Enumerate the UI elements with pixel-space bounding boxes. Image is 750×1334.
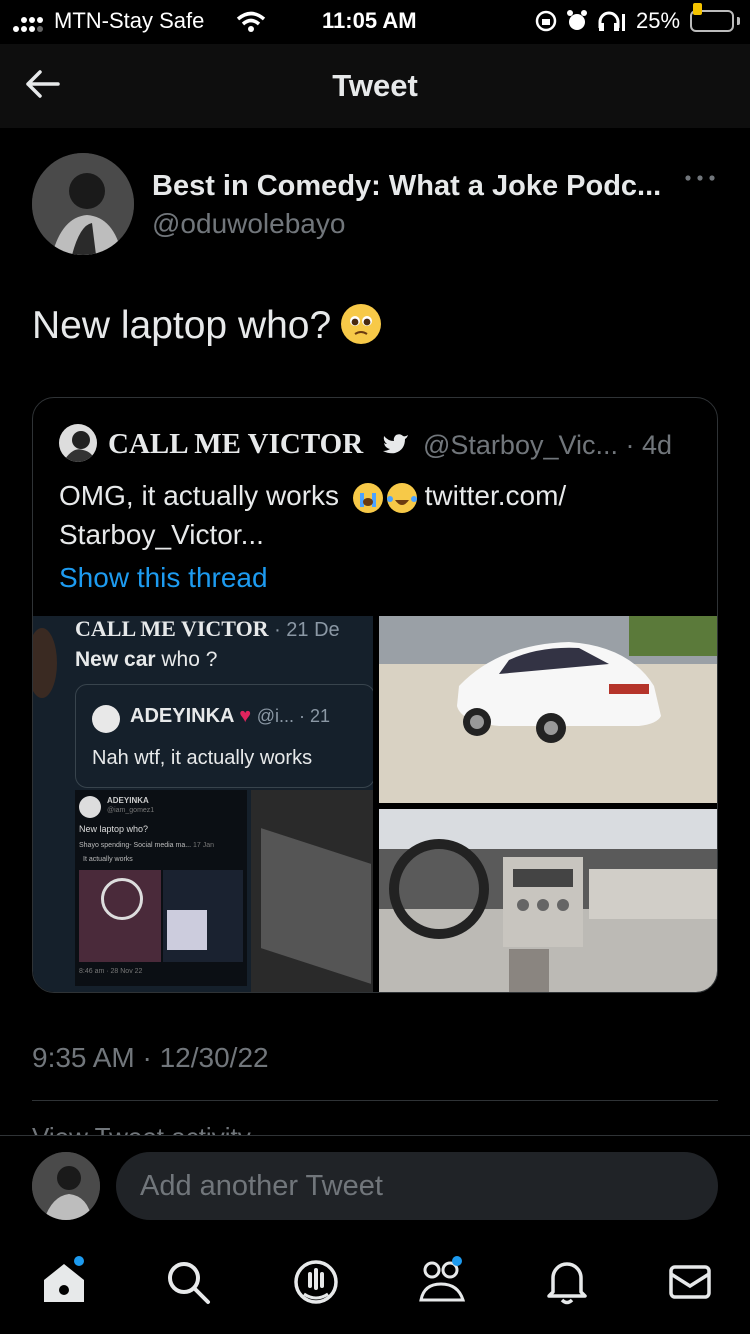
divider (32, 1100, 718, 1101)
messages-icon[interactable] (666, 1258, 714, 1306)
user-avatar[interactable] (32, 1152, 100, 1220)
screenshot-author: CALL ME VICTOR · 21 De (75, 616, 340, 642)
crying-face-emoji (352, 482, 383, 513)
quoted-tweet-card[interactable]: CALL ME VICTOR @Starboy_Vic... · 4d OMG,… (32, 397, 718, 993)
tweet-timestamp: 9:35 AM · 12/30/22 (32, 1042, 269, 1073)
notifications-icon[interactable] (543, 1258, 591, 1306)
media-grid[interactable]: CALL ME VICTOR · 21 De New car who ? ADE… (33, 616, 717, 992)
view-activity-link[interactable]: View Tweet activity (32, 1122, 251, 1136)
quoted-author-name[interactable]: CALL ME VICTOR (108, 428, 363, 461)
battery-fill (693, 3, 702, 15)
quoted-tweet-text: OMG, it actually works twitter.com/ Star… (59, 476, 679, 554)
headphones-icon (598, 11, 625, 31)
quoted-handle-time: @Starboy_Vic... · 4d (423, 430, 673, 460)
inner-author: ADEYINKA ♥ @i... · 21 (130, 705, 331, 727)
tweet-text-content: New laptop who? (32, 304, 332, 347)
home-badge (74, 1256, 84, 1266)
battery-tip (737, 17, 740, 25)
mini-quote-title: Shayo spending- Social media ma... (79, 842, 192, 849)
quoted-text-main: OMG, it actually works (59, 480, 340, 511)
laptop-photo (251, 790, 373, 992)
white-sedan-photo[interactable] (379, 616, 717, 803)
quoted-link-cont[interactable]: Starboy_Victor... (59, 519, 264, 550)
communities-badge (452, 1256, 462, 1266)
author-name[interactable]: Best in Comedy: What a Joke Podc... (152, 170, 661, 203)
search-icon[interactable] (164, 1258, 212, 1306)
mini-avatar (79, 796, 101, 818)
mini-footer: 8:46 am · 28 Nov 22 (79, 968, 143, 975)
screenshot-meta: · 21 De (274, 619, 340, 641)
pleading-face-emoji (341, 303, 382, 344)
carrier-name: MTN-Stay Safe (54, 8, 205, 33)
wifi-icon (236, 11, 266, 32)
clock: 11:05 AM (322, 8, 417, 33)
car-interior-photo[interactable] (379, 809, 717, 992)
laughing-tears-emoji (386, 482, 417, 513)
battery-percent: 25% (636, 8, 681, 33)
quoted-author-avatar[interactable] (59, 424, 97, 462)
tweet-screenshot-image[interactable]: CALL ME VICTOR · 21 De New car who ? ADE… (33, 616, 373, 992)
screenshot-text: New car who ? (75, 648, 217, 672)
author-handle[interactable]: @oduwolebayo (152, 208, 345, 240)
inner-avatar (92, 705, 120, 733)
inner-author-name: ADEYINKA (130, 705, 234, 727)
more-options-icon[interactable] (682, 168, 718, 188)
show-thread-link[interactable]: Show this thread (59, 562, 268, 594)
screenshot-inner-quote: ADEYINKA ♥ @i... · 21 Nah wtf, it actual… (75, 684, 373, 788)
screenshot-avatar (33, 628, 57, 698)
author-avatar[interactable] (32, 153, 134, 255)
inner-text: Nah wtf, it actually works (92, 747, 313, 769)
screenshot-author-name: CALL ME VICTOR (75, 616, 269, 641)
screenshot-text-bold: New car (75, 648, 156, 671)
twitter-bird-icon (383, 434, 408, 454)
orientation-lock-icon (535, 10, 557, 32)
alarm-icon (567, 10, 587, 30)
tab-bar (0, 1238, 750, 1334)
page-title: Tweet (332, 68, 418, 103)
tweet-text: New laptop who? (32, 303, 382, 348)
mini-name: ADEYINKA (107, 796, 149, 805)
mini-screenshot: ADEYINKA @iam_gomez1 New laptop who? Sha… (75, 790, 247, 986)
mini-photo-2 (163, 870, 243, 962)
signal-icon (13, 17, 43, 32)
quoted-link[interactable]: twitter.com/ (425, 480, 567, 511)
mini-text: New laptop who? (79, 824, 149, 834)
screenshot-text-rest: who ? (155, 648, 218, 671)
reply-input[interactable] (116, 1152, 718, 1220)
spaces-icon[interactable] (292, 1258, 340, 1306)
mini-quote-text: It actually works (83, 856, 133, 863)
mini-photo-1 (79, 870, 161, 962)
inner-meta: @i... · 21 (256, 706, 331, 726)
mini-quote-date: 17 Jan (193, 842, 215, 849)
mini-handle: @iam_gomez1 (107, 807, 155, 814)
mini-quote: Shayo spending- Social media ma... 17 Ja… (79, 842, 239, 849)
